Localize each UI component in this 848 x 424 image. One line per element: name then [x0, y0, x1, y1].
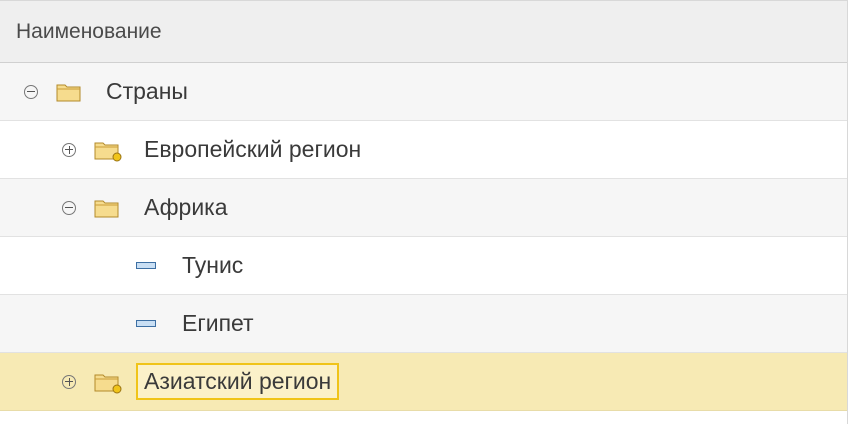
folder-with-items-icon — [94, 372, 122, 393]
catalog-item-icon — [136, 262, 156, 269]
collapse-icon[interactable] — [62, 200, 76, 215]
tree-row-label-focused[interactable]: Азиатский регион — [136, 363, 340, 400]
expand-icon[interactable] — [62, 374, 76, 389]
tree-row-label: Африка — [144, 194, 228, 220]
expand-icon[interactable] — [62, 142, 76, 157]
tree-row-label: Тунис — [182, 252, 244, 278]
tree-view: Наименование Страны Европейский регион А… — [0, 0, 848, 424]
folder-icon — [56, 82, 82, 102]
column-header-label: Наименование — [16, 19, 162, 43]
catalog-item-icon — [136, 320, 156, 327]
column-header-name[interactable]: Наименование — [0, 1, 847, 63]
tree-row-label: Страны — [106, 78, 188, 104]
tree-row-asian-region[interactable]: Азиатский регион — [0, 353, 847, 411]
tree-row-label: Египет — [182, 310, 254, 336]
folder-with-items-icon — [94, 140, 122, 161]
tree-row-egypt[interactable]: Египет — [0, 295, 847, 353]
tree-row-european-region[interactable]: Европейский регион — [0, 121, 847, 179]
collapse-icon[interactable] — [24, 84, 38, 99]
tree-row-label: Европейский регион — [144, 136, 362, 162]
tree-row-tunisia[interactable]: Тунис — [0, 237, 847, 295]
tree-row-countries[interactable]: Страны — [0, 63, 847, 121]
tree-row-africa[interactable]: Африка — [0, 179, 847, 237]
folder-icon — [94, 198, 120, 218]
